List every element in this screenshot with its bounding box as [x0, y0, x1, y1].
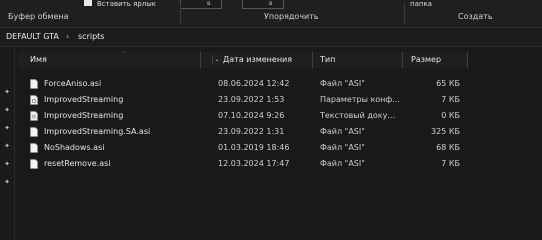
clipboard-group-label: Буфер обмена: [8, 12, 69, 21]
column-divider[interactable]: [200, 52, 201, 68]
pin-icon[interactable]: ✦: [3, 106, 11, 114]
combo-value: в: [269, 0, 273, 7]
new-folder-button[interactable]: папка: [410, 0, 432, 9]
table-row[interactable]: ImprovedStreaming.SA.asi 23.09.2022 1:31…: [18, 125, 468, 139]
chevron-right-icon[interactable]: ›: [66, 32, 69, 41]
pin-icon[interactable]: ✦: [3, 124, 11, 132]
breadcrumb-item-current[interactable]: scripts: [78, 32, 104, 41]
column-header-date[interactable]: Дата изменения: [223, 52, 292, 68]
file-type: Текстовый доку...: [320, 111, 395, 120]
combo-value: в: [207, 0, 211, 7]
table-row[interactable]: ImprovedStreaming 23.09.2022 1:53 Параме…: [18, 93, 468, 107]
file-date: 08.06.2024 12:42: [218, 79, 290, 88]
file-icon: [30, 79, 38, 89]
breadcrumb: DEFAULT GTA › scripts: [0, 28, 542, 47]
file-size: 7 КБ: [441, 95, 460, 104]
file-name: ImprovedStreaming.SA.asi: [44, 127, 151, 136]
file-icon: [30, 127, 38, 137]
file-date: 12.03.2024 17:47: [218, 159, 290, 168]
create-group-label: Создать: [458, 12, 493, 21]
file-name: ForceAniso.asi: [44, 79, 102, 88]
table-row[interactable]: resetRemove.asi 12.03.2024 17:47 Файл "A…: [18, 157, 468, 171]
file-date: 23.09.2022 1:31: [218, 127, 285, 136]
column-header-name[interactable]: Имя: [30, 52, 47, 68]
pin-icon[interactable]: ✦: [3, 88, 11, 96]
ribbon-separator: [404, 2, 405, 24]
file-size: 7 КБ: [441, 159, 460, 168]
file-type: Файл "ASI": [320, 79, 365, 88]
column-divider[interactable]: [402, 52, 403, 68]
paste-shortcut-icon: [84, 0, 92, 6]
table-row[interactable]: ForceAniso.asi 08.06.2024 12:42 Файл "AS…: [18, 77, 468, 91]
file-icon: [30, 159, 38, 169]
file-size: 325 КБ: [431, 127, 460, 136]
file-size: 65 КБ: [436, 79, 460, 88]
organize-group-label: Упорядочить: [264, 12, 319, 21]
file-name: ImprovedStreaming: [44, 111, 124, 120]
file-date: 23.09.2022 1:53: [218, 95, 285, 104]
ribbon-separator: [180, 2, 181, 24]
file-date: 01.03.2019 18:46: [218, 143, 290, 152]
paste-shortcut-button[interactable]: Вставить ярлык: [97, 0, 156, 9]
ribbon-combo-move[interactable]: в: [180, 0, 222, 9]
column-divider[interactable]: [312, 52, 313, 68]
file-size: 0 КБ: [441, 111, 460, 120]
file-icon: [30, 143, 38, 153]
file-name: ImprovedStreaming: [44, 95, 124, 104]
pin-icon[interactable]: ✦: [3, 178, 11, 186]
pin-icon[interactable]: ✦: [3, 142, 11, 150]
pin-icon[interactable]: ✦: [3, 160, 11, 168]
file-name: NoShadows.asi: [44, 143, 105, 152]
config-file-icon: [30, 95, 38, 105]
ribbon: Вставить ярлык в в папка Буфер обмена Уп…: [0, 0, 542, 28]
ribbon-combo-copy[interactable]: в: [242, 0, 284, 9]
column-header-type[interactable]: Тип: [320, 52, 335, 68]
breadcrumb-item-root[interactable]: DEFAULT GTA: [6, 32, 59, 41]
navigation-pane: ✦ ✦ ✦ ✦ ✦ ✦: [0, 48, 15, 240]
text-file-icon: [30, 111, 38, 121]
file-date: 07.10.2024 9:26: [218, 111, 285, 120]
file-size: 68 КБ: [436, 143, 460, 152]
column-header-size[interactable]: Размер: [411, 52, 441, 68]
column-header-row: Имя ⌄ Дата изменения Тип Размер: [18, 52, 468, 68]
file-type: Файл "ASI": [320, 127, 365, 136]
file-type: Файл "ASI": [320, 143, 365, 152]
chevron-down-icon[interactable]: ⌄: [212, 55, 221, 64]
file-type: Параметры конф...: [320, 95, 400, 104]
file-type: Файл "ASI": [320, 159, 365, 168]
table-row[interactable]: ImprovedStreaming 07.10.2024 9:26 Тексто…: [18, 109, 468, 123]
column-divider[interactable]: [467, 52, 468, 68]
file-name: resetRemove.asi: [44, 159, 111, 168]
table-row[interactable]: NoShadows.asi 01.03.2019 18:46 Файл "ASI…: [18, 141, 468, 155]
